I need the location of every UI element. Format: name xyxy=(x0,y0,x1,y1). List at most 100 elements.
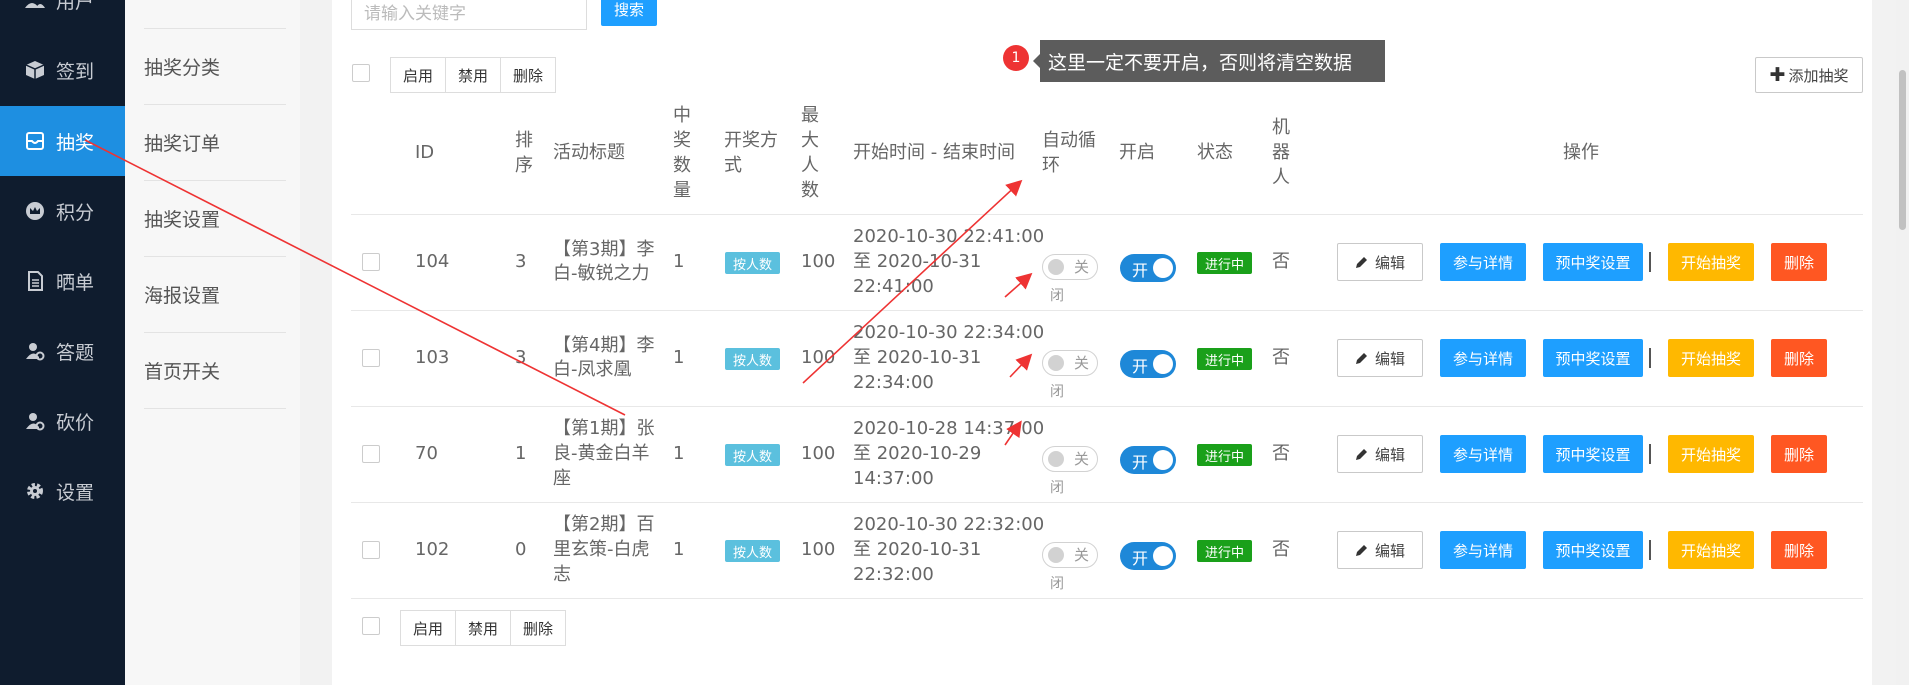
auto-loop-toggle[interactable]: 关 xyxy=(1042,350,1098,376)
cell-title-line: 白-凤求凰 xyxy=(553,359,632,380)
cell-time-line: 至 2020-10-31 xyxy=(853,539,982,560)
document-icon xyxy=(24,270,46,292)
main-sidebar: 用户 签到 抽奖 积分 晒单 答题 砍价 设置 xyxy=(0,0,125,685)
toggle-knob xyxy=(1048,259,1064,275)
add-lottery-button[interactable]: ✚ 添加抽奖 xyxy=(1755,57,1863,93)
cell-title-line: 白-敏锐之力 xyxy=(553,263,650,284)
header-id: ID xyxy=(415,142,435,163)
preset-winner-button[interactable]: 预中奖设置 xyxy=(1543,435,1643,473)
edit-button[interactable]: 编辑 xyxy=(1337,243,1423,281)
sidebar-item-showcase[interactable]: 晒单 xyxy=(0,246,125,316)
submenu-item-lottery-category[interactable]: 抽奖分类 xyxy=(144,29,286,105)
enable-button[interactable]: 启用 xyxy=(401,611,457,645)
open-toggle[interactable]: 开 xyxy=(1120,446,1176,474)
submenu-item-poster-settings[interactable]: 海报设置 xyxy=(144,257,286,333)
cell-robot: 否 xyxy=(1272,347,1290,368)
header-title: 活动标题 xyxy=(553,142,625,163)
toggle-knob xyxy=(1048,355,1064,371)
toggle-knob xyxy=(1153,546,1173,566)
cell-title-line: 志 xyxy=(553,564,571,585)
users-icon xyxy=(24,0,46,11)
participants-button[interactable]: 参与详情 xyxy=(1440,339,1526,377)
open-toggle[interactable]: 开 xyxy=(1120,542,1176,570)
cell-max-people: 100 xyxy=(801,251,836,272)
select-all-checkbox[interactable] xyxy=(352,64,370,82)
start-draw-button[interactable]: 开始抽奖 xyxy=(1668,243,1754,281)
row-delete-button[interactable]: 删除 xyxy=(1771,435,1827,473)
row-checkbox[interactable] xyxy=(362,253,380,271)
cell-time-line: 22:34:00 xyxy=(853,372,934,393)
sidebar-item-checkin[interactable]: 签到 xyxy=(0,35,125,105)
row-checkbox[interactable] xyxy=(362,445,380,463)
toggle-label: 开 xyxy=(1132,261,1149,280)
disable-button[interactable]: 禁用 xyxy=(456,611,512,645)
preset-winner-button[interactable]: 预中奖设置 xyxy=(1543,339,1643,377)
submenu-item-lottery-settings[interactable]: 抽奖设置 xyxy=(144,181,286,257)
search-input[interactable]: 请输入关键字 xyxy=(351,0,587,30)
submenu-item-lottery-orders[interactable]: 抽奖订单 xyxy=(144,105,286,181)
cell-time-line: 至 2020-10-29 xyxy=(853,443,982,464)
edit-button[interactable]: 编辑 xyxy=(1337,531,1423,569)
toggle-knob xyxy=(1048,451,1064,467)
delete-button[interactable]: 删除 xyxy=(511,611,565,645)
toggle-label: 关 xyxy=(1074,450,1090,468)
row-delete-button[interactable]: 删除 xyxy=(1771,531,1827,569)
sidebar-item-points[interactable]: 积分 xyxy=(0,176,125,246)
cell-time-line: 至 2020-10-31 xyxy=(853,251,982,272)
sidebar-item-bargain[interactable]: 砍价 xyxy=(0,386,125,456)
participants-button[interactable]: 参与详情 xyxy=(1440,435,1526,473)
cell-id: 104 xyxy=(415,251,450,272)
row-delete-button[interactable]: 删除 xyxy=(1771,339,1827,377)
header-time: 开始时间 - 结束时间 xyxy=(853,142,1015,163)
preset-winner-button[interactable]: 预中奖设置 xyxy=(1543,243,1643,281)
sidebar-item-settings[interactable]: 设置 xyxy=(0,456,125,526)
submenu-item-homepage-switch[interactable]: 首页开关 xyxy=(144,333,286,409)
enable-button[interactable]: 启用 xyxy=(391,58,447,92)
sidebar-item-label: 抽奖 xyxy=(56,131,95,154)
edit-button[interactable]: 编辑 xyxy=(1337,339,1423,377)
crown-icon xyxy=(24,200,46,222)
toggle-label: 开 xyxy=(1132,453,1149,472)
divider xyxy=(351,406,1863,407)
disable-button[interactable]: 禁用 xyxy=(446,58,502,92)
cell-sort: 0 xyxy=(515,539,527,560)
start-draw-button[interactable]: 开始抽奖 xyxy=(1668,531,1754,569)
auto-loop-toggle[interactable]: 关 xyxy=(1042,542,1098,568)
start-draw-button[interactable]: 开始抽奖 xyxy=(1668,339,1754,377)
preset-winner-button[interactable]: 预中奖设置 xyxy=(1543,531,1643,569)
sidebar-item-label: 签到 xyxy=(56,60,95,83)
open-toggle[interactable]: 开 xyxy=(1120,254,1176,282)
divider xyxy=(351,310,1863,311)
bulk-action-group: 启用 禁用 删除 xyxy=(390,57,557,93)
open-toggle[interactable]: 开 xyxy=(1120,350,1176,378)
start-draw-button[interactable]: 开始抽奖 xyxy=(1668,435,1754,473)
header-auto-loop: 自动循环 xyxy=(1042,130,1096,176)
participants-button[interactable]: 参与详情 xyxy=(1440,243,1526,281)
search-button[interactable]: 搜索 xyxy=(601,0,657,26)
row-checkbox[interactable] xyxy=(362,349,380,367)
sidebar-item-label: 晒单 xyxy=(56,271,95,294)
auto-loop-toggle[interactable]: 关 xyxy=(1042,446,1098,472)
row-delete-button[interactable]: 删除 xyxy=(1771,243,1827,281)
divider xyxy=(351,214,1863,215)
toggle-knob xyxy=(1153,258,1173,278)
header-draw-mode: 开奖方式 xyxy=(724,130,778,176)
edit-button[interactable]: 编辑 xyxy=(1337,435,1423,473)
row-checkbox[interactable] xyxy=(362,541,380,559)
cell-title-line: 【第4期】李 xyxy=(553,335,655,356)
delete-button[interactable]: 删除 xyxy=(501,58,555,92)
participants-button[interactable]: 参与详情 xyxy=(1440,531,1526,569)
select-all-checkbox-bottom[interactable] xyxy=(362,617,380,635)
auto-loop-toggle[interactable]: 关 xyxy=(1042,254,1098,280)
sidebar-item-lottery[interactable]: 抽奖 xyxy=(0,106,125,176)
edit-label: 编辑 xyxy=(1374,253,1405,272)
toggle-label-wrap: 闭 xyxy=(1050,480,1064,496)
scrollbar-thumb[interactable] xyxy=(1899,70,1906,230)
sidebar-item-quiz[interactable]: 答题 xyxy=(0,316,125,386)
toggle-label: 关 xyxy=(1074,546,1090,564)
divider xyxy=(351,502,1863,503)
page-scrollbar[interactable] xyxy=(1896,0,1909,685)
status-badge: 进行中 xyxy=(1197,444,1252,466)
toggle-knob xyxy=(1153,450,1173,470)
sidebar-item-users[interactable]: 用户 xyxy=(0,0,125,35)
